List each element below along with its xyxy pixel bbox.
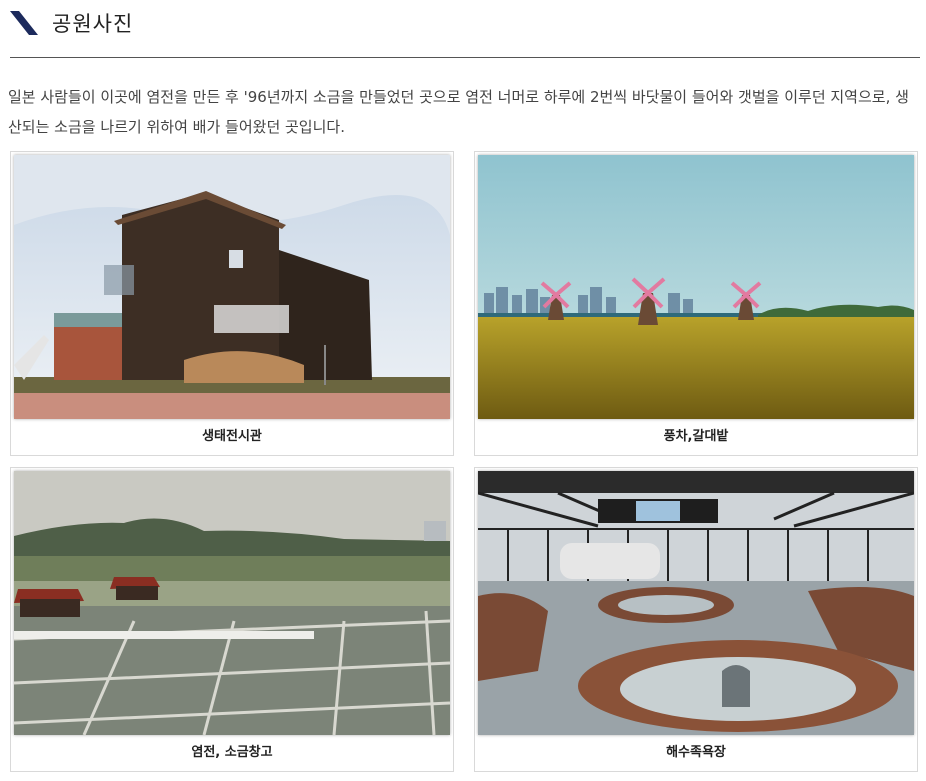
title-divider — [10, 57, 920, 58]
windmill-field-photo[interactable] — [478, 155, 914, 419]
slash-mark-icon — [10, 11, 38, 35]
page-header: 공원사진 — [10, 6, 133, 40]
exhibition-hall-photo[interactable] — [14, 155, 450, 419]
photo-caption: 해수족욕장 — [666, 745, 726, 760]
page-title: 공원사진 — [52, 12, 134, 36]
foot-bath-photo[interactable] — [478, 471, 914, 735]
salt-pans-photo[interactable] — [14, 471, 450, 735]
photo-caption: 생태전시관 — [202, 429, 262, 444]
park-description: 일본 사람들이 이곳에 염전을 만든 후 '96년까지 소금을 만들었던 곳으로… — [8, 88, 909, 136]
photo-card-exhibition-hall[interactable]: 생태전시관 — [10, 151, 454, 456]
photo-caption: 염전, 소금창고 — [191, 745, 273, 760]
photo-caption: 풍차,갈대밭 — [663, 429, 729, 444]
photo-card-salt-pans[interactable]: 염전, 소금창고 — [10, 467, 454, 772]
photo-card-foot-bath[interactable]: 해수족욕장 — [474, 467, 918, 772]
photo-card-windmill-field[interactable]: 풍차,갈대밭 — [474, 151, 918, 456]
